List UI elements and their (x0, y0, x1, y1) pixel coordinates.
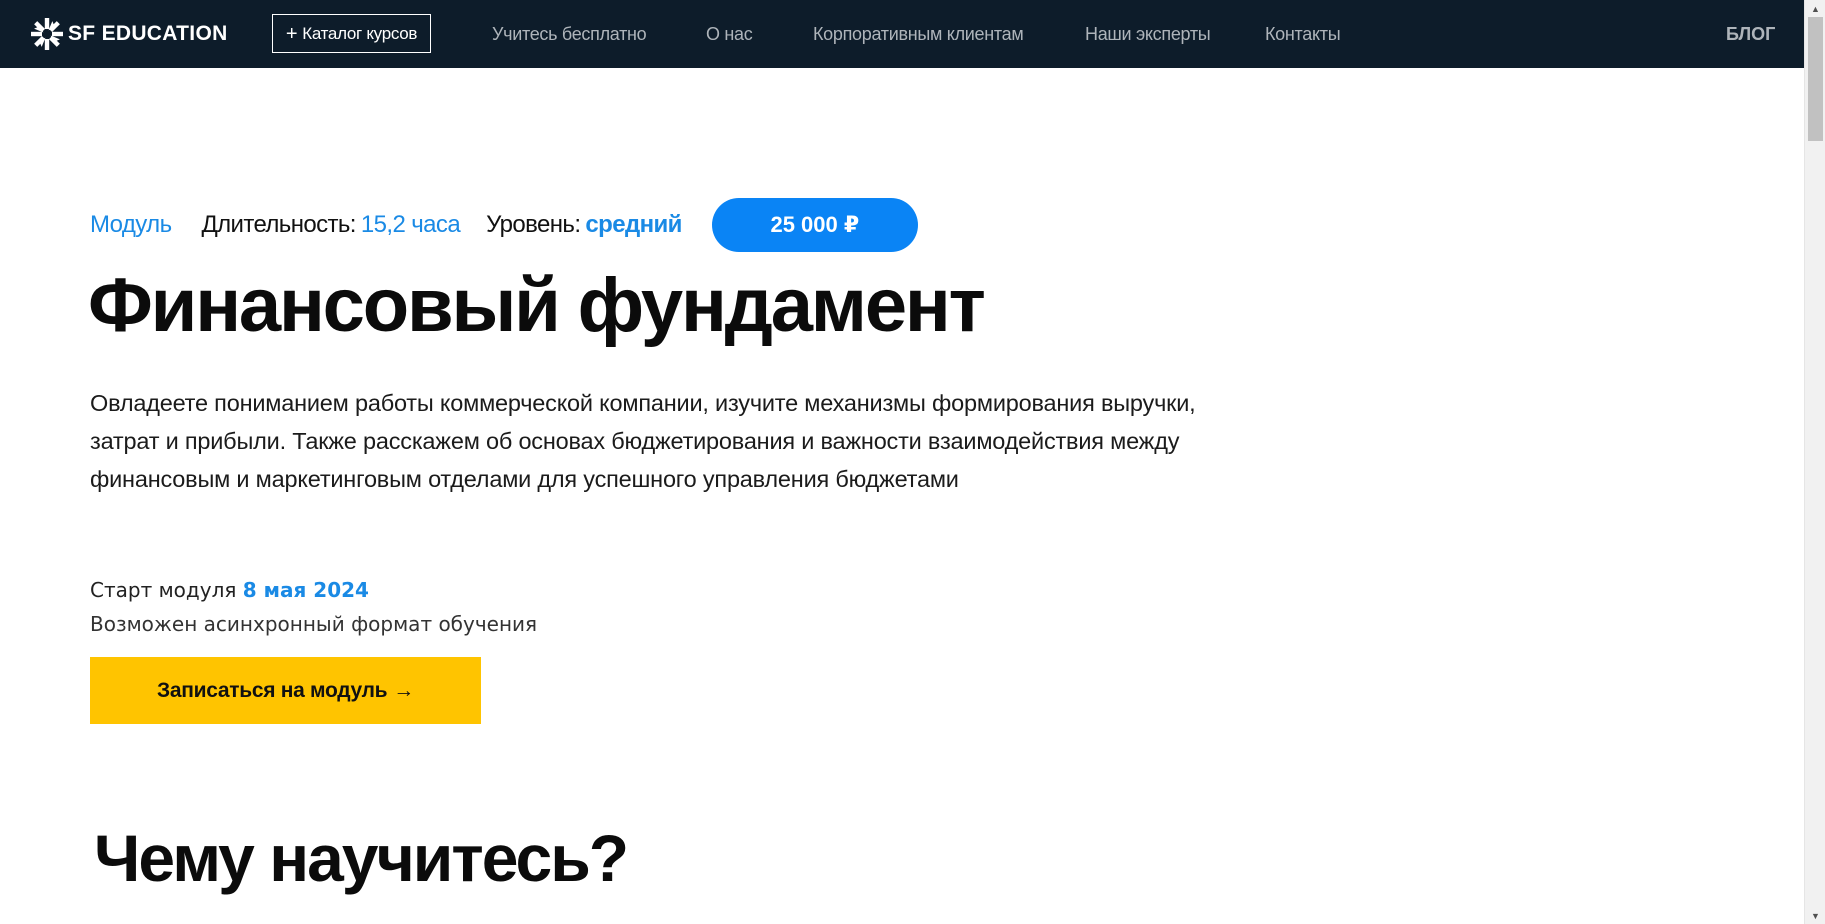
arrow-right-icon: → (393, 678, 414, 702)
section-title-learn: Чему научитесь? (94, 821, 629, 895)
nav-link-contacts[interactable]: Контакты (1265, 22, 1341, 46)
nav-link-corporate[interactable]: Корпоративным клиентам (813, 22, 1024, 46)
page-title: Финансовый фундамент (88, 263, 986, 348)
nav-link-free-learning[interactable]: Учитесь бесплатно (492, 22, 647, 46)
course-meta-row: Модуль Длительность: 15,2 часа Уровень: … (90, 197, 918, 253)
catalog-button[interactable]: + Каталог курсов (272, 14, 431, 53)
nav-link-about[interactable]: О нас (706, 22, 753, 46)
scroll-up-arrow-icon[interactable]: ▲ (1805, 0, 1825, 17)
scrollbar-thumb[interactable] (1808, 17, 1823, 141)
async-format-note: Возможен асинхронный формат обучения (90, 612, 538, 636)
description-line: финансовым и маркетинговым отделами для … (90, 466, 959, 492)
enroll-module-button[interactable]: Записаться на модуль → (90, 657, 481, 724)
course-description: Овладеете пониманием работы коммерческой… (90, 384, 1290, 498)
logo-text: SF EDUCATION (68, 22, 228, 45)
duration-label: Длительность: (201, 211, 356, 238)
top-nav: SF EDUCATION + Каталог курсов Учитесь бе… (0, 0, 1804, 68)
logo-link[interactable]: SF EDUCATION (30, 17, 228, 51)
page-scrollbar[interactable]: ▲ ▼ (1804, 0, 1825, 924)
catalog-button-label: Каталог курсов (302, 23, 418, 43)
enroll-button-label: Записаться на модуль (157, 678, 388, 702)
level-label: Уровень: (486, 211, 581, 238)
duration-value: 15,2 часа (360, 211, 461, 238)
price-badge[interactable]: 25 000 ₽ (711, 198, 918, 252)
level-value: средний (585, 211, 682, 238)
description-line: Овладеете пониманием работы коммерческой… (90, 390, 1196, 416)
start-date: 8 мая 2024 (242, 578, 369, 602)
course-type-label: Модуль (90, 211, 172, 238)
sf-logo-icon (31, 18, 63, 50)
module-start-info: Старт модуля 8 мая 2024 (90, 578, 369, 602)
scroll-down-arrow-icon[interactable]: ▼ (1805, 907, 1825, 924)
start-label: Старт модуля (90, 578, 237, 602)
nav-link-blog[interactable]: БЛОГ (1726, 22, 1775, 46)
page: SF EDUCATION + Каталог курсов Учитесь бе… (0, 0, 1804, 924)
plus-icon: + (285, 22, 298, 45)
nav-link-experts[interactable]: Наши эксперты (1085, 22, 1211, 46)
description-line: затрат и прибыли. Также расскажем об осн… (90, 428, 1180, 454)
